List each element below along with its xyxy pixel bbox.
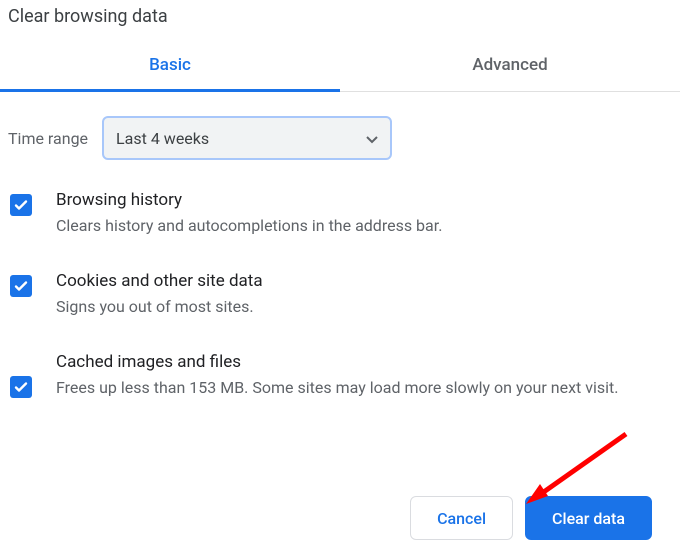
chevron-down-icon [366, 129, 378, 148]
option-desc: Frees up less than 153 MB. Some sites ma… [56, 376, 670, 399]
time-range-select[interactable]: Last 4 weeks [102, 116, 392, 160]
option-cookies: Cookies and other site data Signs you ou… [10, 271, 670, 318]
time-range-label: Time range [8, 129, 88, 148]
dialog-title: Clear browsing data [0, 0, 680, 41]
option-title: Cached images and files [56, 352, 670, 372]
option-text: Browsing history Clears history and auto… [56, 190, 670, 237]
time-range-value: Last 4 weeks [116, 129, 209, 148]
check-icon [13, 197, 29, 213]
time-range-row: Time range Last 4 weeks [0, 92, 680, 170]
checkbox-cached[interactable] [10, 376, 32, 398]
option-text: Cookies and other site data Signs you ou… [56, 271, 670, 318]
clear-data-button[interactable]: Clear data [525, 496, 652, 540]
checkbox-browsing-history[interactable] [10, 194, 32, 216]
check-icon [13, 278, 29, 294]
dialog-buttons: Cancel Clear data [410, 496, 652, 540]
tab-advanced[interactable]: Advanced [340, 41, 680, 91]
option-text: Cached images and files Frees up less th… [56, 352, 670, 399]
option-title: Browsing history [56, 190, 670, 210]
tab-basic[interactable]: Basic [0, 41, 340, 92]
option-browsing-history: Browsing history Clears history and auto… [10, 190, 670, 237]
option-cached: Cached images and files Frees up less th… [10, 352, 670, 399]
tabs: Basic Advanced [0, 41, 680, 92]
checkbox-cookies[interactable] [10, 275, 32, 297]
cancel-button[interactable]: Cancel [410, 496, 513, 540]
option-desc: Signs you out of most sites. [56, 295, 670, 318]
options-list: Browsing history Clears history and auto… [0, 170, 680, 444]
check-icon [13, 379, 29, 395]
option-desc: Clears history and autocompletions in th… [56, 214, 670, 237]
option-title: Cookies and other site data [56, 271, 670, 291]
